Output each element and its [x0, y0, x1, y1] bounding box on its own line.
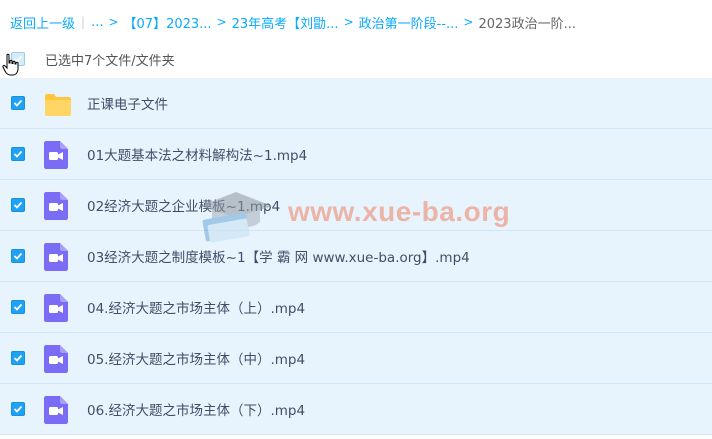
- row-checkbox[interactable]: [11, 300, 25, 314]
- breadcrumb-ellipsis[interactable]: ...: [91, 15, 103, 30]
- file-name[interactable]: 04.经济大题之市场主体（上）.mp4: [87, 297, 305, 317]
- row-checkbox[interactable]: [11, 249, 25, 263]
- breadcrumb-item-2[interactable]: 23年高考【刘勖...: [232, 13, 339, 32]
- file-row[interactable]: 02经济大题之企业模板~1.mp4: [0, 180, 712, 231]
- chevron-right-icon: >: [343, 15, 354, 29]
- row-checkbox[interactable]: [11, 147, 25, 161]
- video-file-icon: [44, 396, 70, 424]
- file-row[interactable]: 03经济大题之制度模板~1【学 霸 网 www.xue-ba.org】.mp4: [0, 231, 712, 282]
- row-checkbox[interactable]: [11, 402, 25, 416]
- file-row[interactable]: 01大题基本法之材料解构法~1.mp4: [0, 129, 712, 180]
- video-file-icon: [44, 192, 70, 220]
- chevron-right-icon: >: [216, 15, 227, 29]
- file-list: 正课电子文件 01大题基本法之材料解构法~1.mp4 02经济大题之企业模板~1.m…: [0, 78, 712, 435]
- file-row[interactable]: 05.经济大题之市场主体（中）.mp4: [0, 333, 712, 384]
- file-name[interactable]: 02经济大题之企业模板~1.mp4: [87, 195, 280, 215]
- row-checkbox[interactable]: [11, 351, 25, 365]
- breadcrumb: 返回上一级 | ... > 【07】2023... > 23年高考【刘勖... …: [10, 12, 576, 32]
- back-link[interactable]: 返回上一级: [10, 13, 75, 32]
- breadcrumb-separator: |: [81, 15, 86, 29]
- selection-bar: 已选中7个文件/文件夹: [0, 44, 712, 74]
- file-name[interactable]: 05.经济大题之市场主体（中）.mp4: [87, 348, 305, 368]
- file-row[interactable]: 04.经济大题之市场主体（上）.mp4: [0, 282, 712, 333]
- video-file-icon: [44, 141, 70, 169]
- selection-count-text: 已选中7个文件/文件夹: [45, 53, 175, 69]
- file-row[interactable]: 06.经济大题之市场主体（下）.mp4: [0, 384, 712, 435]
- hand-cursor-icon: [2, 53, 19, 76]
- breadcrumb-item-3[interactable]: 政治第一阶段--...: [359, 13, 459, 32]
- folder-icon: [42, 90, 71, 118]
- file-name[interactable]: 06.经济大题之市场主体（下）.mp4: [87, 399, 305, 419]
- row-checkbox[interactable]: [11, 96, 25, 110]
- file-name[interactable]: 01大题基本法之材料解构法~1.mp4: [87, 144, 307, 164]
- chevron-right-icon: >: [108, 15, 119, 29]
- breadcrumb-item-1[interactable]: 【07】2023...: [124, 13, 212, 32]
- file-name[interactable]: 正课电子文件: [87, 93, 168, 113]
- row-checkbox[interactable]: [11, 198, 25, 212]
- file-row[interactable]: 正课电子文件: [0, 78, 712, 129]
- chevron-right-icon: >: [463, 15, 474, 29]
- video-file-icon: [44, 345, 70, 373]
- breadcrumb-current: 2023政治一阶...: [478, 16, 576, 32]
- file-name[interactable]: 03经济大题之制度模板~1【学 霸 网 www.xue-ba.org】.mp4: [87, 246, 470, 266]
- video-file-icon: [44, 243, 70, 271]
- video-file-icon: [44, 294, 70, 322]
